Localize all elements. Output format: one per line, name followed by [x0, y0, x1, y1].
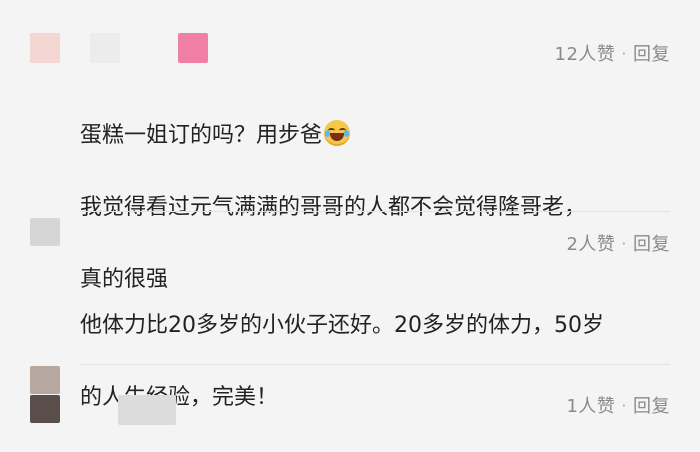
comment-text: 他体力比20多岁的小伙子还好。20多岁的体力，50岁 的人生经验，完美！ [80, 272, 680, 452]
comment-meta: 2人赞 · 回复 [566, 230, 670, 256]
separator: · [621, 233, 627, 253]
avatar-lower [30, 395, 60, 423]
avatar[interactable] [30, 33, 60, 63]
divider [80, 364, 670, 365]
comment-line: 蛋糕一姐订的吗？用步爸 [80, 123, 323, 148]
reply-button[interactable]: 回复 [633, 230, 670, 256]
avatar[interactable] [30, 366, 60, 394]
reply-button[interactable]: 回复 [633, 40, 670, 66]
laughing-crying-emoji-icon [324, 120, 351, 146]
separator: · [621, 395, 627, 415]
comment-line: 我觉得看过元气满满的哥哥的人都不会觉得隆哥老， [80, 195, 587, 220]
comment-line: 他体力比20多岁的小伙子还好。20多岁的体力，50岁 [80, 313, 604, 338]
comment-meta: 12人赞 · 回复 [555, 40, 671, 66]
divider [80, 211, 670, 212]
separator: · [621, 43, 627, 63]
comment-meta: 1人赞 · 回复 [566, 392, 670, 418]
like-count[interactable]: 12人赞 [555, 40, 616, 66]
like-count[interactable]: 2人赞 [566, 230, 615, 256]
username[interactable] [90, 33, 120, 63]
username[interactable] [118, 395, 176, 425]
reply-button[interactable]: 回复 [633, 392, 670, 418]
username-badge [178, 33, 208, 63]
avatar[interactable] [30, 218, 60, 246]
like-count[interactable]: 1人赞 [566, 392, 615, 418]
